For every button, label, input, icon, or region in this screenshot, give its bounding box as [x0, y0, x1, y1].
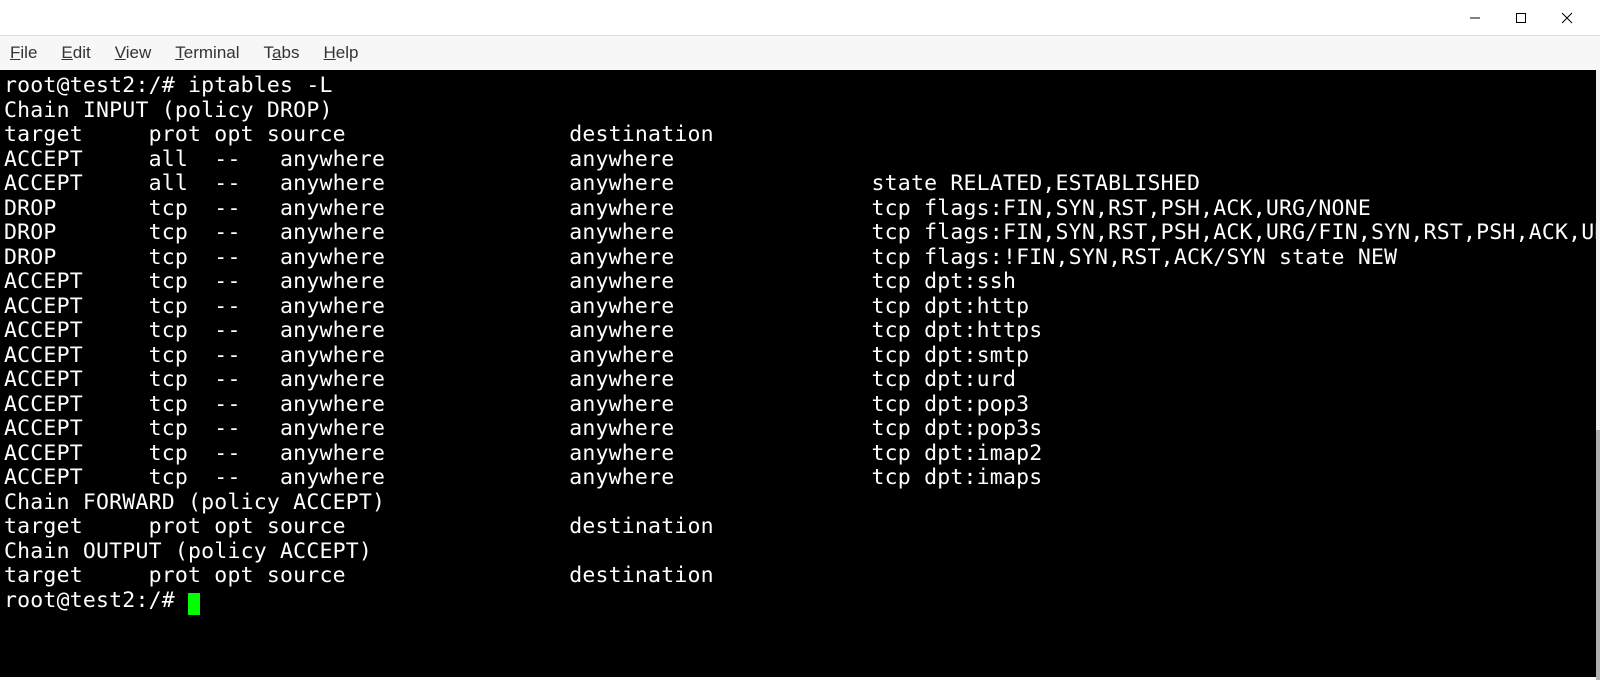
- minimize-button[interactable]: [1452, 2, 1498, 34]
- close-icon: [1561, 12, 1573, 24]
- scrollbar-thumb[interactable]: [1596, 430, 1600, 680]
- scrollbar-track[interactable]: [1596, 70, 1600, 677]
- maximize-icon: [1515, 12, 1527, 24]
- terminal-line: ACCEPT tcp -- anywhere anywhere tcp dpt:…: [4, 295, 1592, 320]
- terminal-line: ACCEPT all -- anywhere anywhere state RE…: [4, 172, 1592, 197]
- terminal-line: ACCEPT tcp -- anywhere anywhere tcp dpt:…: [4, 270, 1592, 295]
- terminal-area[interactable]: root@test2:/# iptables -LChain INPUT (po…: [0, 70, 1596, 677]
- terminal-line: target prot opt source destination: [4, 515, 1592, 540]
- terminal-line: target prot opt source destination: [4, 564, 1592, 589]
- terminal-line: ACCEPT tcp -- anywhere anywhere tcp dpt:…: [4, 344, 1592, 369]
- terminal-line: ACCEPT tcp -- anywhere anywhere tcp dpt:…: [4, 393, 1592, 418]
- menu-file[interactable]: File: [10, 43, 37, 63]
- terminal-line: DROP tcp -- anywhere anywhere tcp flags:…: [4, 246, 1592, 271]
- terminal-line: ACCEPT tcp -- anywhere anywhere tcp dpt:…: [4, 368, 1592, 393]
- terminal-prompt-line: root@test2:/#: [4, 589, 1592, 614]
- maximize-button[interactable]: [1498, 2, 1544, 34]
- terminal-line: ACCEPT tcp -- anywhere anywhere tcp dpt:…: [4, 466, 1592, 491]
- terminal-line: DROP tcp -- anywhere anywhere tcp flags:…: [4, 221, 1592, 246]
- menu-edit[interactable]: Edit: [61, 43, 90, 63]
- terminal-line: DROP tcp -- anywhere anywhere tcp flags:…: [4, 197, 1592, 222]
- window-controls: [1452, 2, 1590, 34]
- terminal-line: Chain OUTPUT (policy ACCEPT): [4, 540, 1592, 565]
- terminal-line: ACCEPT tcp -- anywhere anywhere tcp dpt:…: [4, 442, 1592, 467]
- terminal-line: target prot opt source destination: [4, 123, 1592, 148]
- minimize-icon: [1469, 12, 1481, 24]
- terminal-line: ACCEPT tcp -- anywhere anywhere tcp dpt:…: [4, 319, 1592, 344]
- terminal-line: root@test2:/# iptables -L: [4, 74, 1592, 99]
- menu-view[interactable]: View: [115, 43, 152, 63]
- close-button[interactable]: [1544, 2, 1590, 34]
- menu-tabs[interactable]: Tabs: [264, 43, 300, 63]
- menubar: File Edit View Terminal Tabs Help: [0, 36, 1600, 70]
- menu-help[interactable]: Help: [323, 43, 358, 63]
- terminal-cursor: [188, 593, 200, 615]
- terminal-line: Chain FORWARD (policy ACCEPT): [4, 491, 1592, 516]
- terminal-line: ACCEPT all -- anywhere anywhere: [4, 148, 1592, 173]
- window-titlebar: [0, 0, 1600, 36]
- terminal-line: Chain INPUT (policy DROP): [4, 99, 1592, 124]
- terminal-line: ACCEPT tcp -- anywhere anywhere tcp dpt:…: [4, 417, 1592, 442]
- menu-terminal[interactable]: Terminal: [175, 43, 239, 63]
